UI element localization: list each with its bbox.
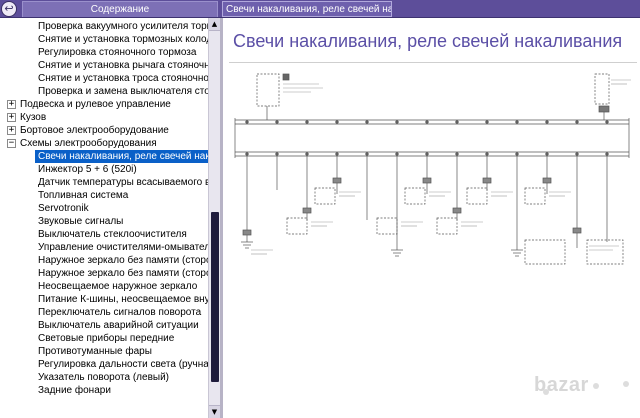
- tree-item[interactable]: Задние фонари: [35, 384, 208, 397]
- scroll-down-icon[interactable]: ▼: [209, 405, 220, 418]
- tree-item[interactable]: Переключатель сигналов поворота: [35, 306, 208, 319]
- expand-icon[interactable]: +: [7, 100, 16, 109]
- tree-item-label: Наружное зеркало без памяти (сторон: [38, 268, 208, 279]
- page-title: Свечи накаливания, реле свечей накаливан…: [233, 31, 623, 51]
- tree-item[interactable]: Наружное зеркало без памяти (сторон: [35, 254, 208, 267]
- tree-item[interactable]: Неосвещаемое наружное зеркало: [35, 280, 208, 293]
- tree-item-label: Наружное зеркало без памяти (сторон: [38, 255, 208, 266]
- title-divider: [229, 62, 637, 63]
- tree-item[interactable]: Наружное зеркало без памяти (сторон: [35, 267, 208, 280]
- tree-item-label: Питание К-шины, неосвещаемое внут: [38, 294, 208, 305]
- wiring-diagram: [234, 73, 631, 265]
- tree-item-label: Выключатель стеклоочистителя: [38, 229, 187, 240]
- tree-item[interactable]: Снятие и установка тормозных колодо: [35, 33, 208, 46]
- tree-item-label: Проверка вакуумного усилителя тормоз: [38, 21, 208, 32]
- tree-item[interactable]: Регулировка дальности света (ручная: [35, 358, 208, 371]
- tree-item[interactable]: Свечи накаливания, реле свечей нака: [35, 150, 208, 163]
- document-title-tab[interactable]: Свечи накаливания, реле свечей накаливан…: [222, 1, 392, 17]
- tree-item-label: Управление очистителями-омывателя: [38, 242, 208, 253]
- tree-item[interactable]: Проверка вакуумного усилителя тормоз: [35, 20, 208, 33]
- tree-item[interactable]: Противотуманные фары: [35, 345, 208, 358]
- tree-node[interactable]: + Кузов: [0, 111, 208, 124]
- tree-item-label: Регулировка дальности света (ручная: [38, 359, 208, 370]
- tree-item-label: Свечи накаливания, реле свечей нака: [38, 151, 208, 162]
- collapse-icon[interactable]: −: [7, 139, 16, 148]
- tree-item-label: Неосвещаемое наружное зеркало: [38, 281, 198, 292]
- tab-contents[interactable]: Содержание: [22, 1, 218, 17]
- toc-tree: Проверка вакуумного усилителя тормоз Снят…: [0, 18, 208, 418]
- toc-scrollbar[interactable]: ▲ ▼: [208, 18, 220, 418]
- tree-item[interactable]: Питание К-шины, неосвещаемое внут: [35, 293, 208, 306]
- tree-item-label: Регулировка стояночного тормоза: [38, 47, 197, 58]
- tree-node[interactable]: + Бортовое электрооборудование: [0, 124, 208, 137]
- tree-item[interactable]: Указатель поворота (левый): [35, 371, 208, 384]
- tree-node[interactable]: + Подвеска и рулевое управление: [0, 98, 208, 111]
- tree-node[interactable]: − Схемы электрооборудования: [0, 137, 208, 150]
- tree-item-label: Световые приборы передние: [38, 333, 175, 344]
- tree-item-label: Снятие и установка тормозных колодо: [38, 34, 208, 45]
- tree-item[interactable]: Снятие и установка рычага стояночног: [35, 59, 208, 72]
- tree-item[interactable]: Выключатель аварийной ситуации: [35, 319, 208, 332]
- content-pane: Свечи накаливания, реле свечей накаливан…: [223, 18, 640, 418]
- tree-item[interactable]: Управление очистителями-омывателя: [35, 241, 208, 254]
- top-toolbar: ↩ Содержание Свечи накаливания, реле све…: [0, 0, 640, 18]
- tree-item-label: Указатель поворота (левый): [38, 372, 169, 383]
- tree-item-label: Датчик температуры всасываемого в: [38, 177, 208, 188]
- tree-item-label: Подвеска и рулевое управление: [20, 99, 171, 110]
- expand-icon[interactable]: +: [7, 113, 16, 122]
- tree-item-label: Снятие и установка рычага стояночног: [38, 60, 208, 71]
- tree-item[interactable]: Инжектор 5 + 6 (520i): [35, 163, 208, 176]
- scroll-up-icon[interactable]: ▲: [209, 18, 220, 31]
- tree-item[interactable]: Регулировка стояночного тормоза: [35, 46, 208, 59]
- scroll-thumb[interactable]: [211, 212, 219, 382]
- tree-item-label: Кузов: [20, 112, 47, 123]
- tree-item-label: Задние фонари: [38, 385, 111, 396]
- tree-item-label: Звуковые сигналы: [38, 216, 124, 227]
- tree-item-label: Снятие и установка троса стояночног: [38, 73, 208, 84]
- tree-item[interactable]: Выключатель стеклоочистителя: [35, 228, 208, 241]
- expand-icon[interactable]: +: [7, 126, 16, 135]
- tree-item[interactable]: Топливная система: [35, 189, 208, 202]
- tree-item[interactable]: Световые приборы передние: [35, 332, 208, 345]
- tree-item-label: Инжектор 5 + 6 (520i): [38, 164, 137, 175]
- tree-item-label: Переключатель сигналов поворота: [38, 307, 202, 318]
- tree-item[interactable]: Проверка и замена выключателя стоя: [35, 85, 208, 98]
- tree-item-label: Схемы электрооборудования: [20, 138, 157, 149]
- tree-item[interactable]: Servotronik: [35, 202, 208, 215]
- tree-item[interactable]: Датчик температуры всасываемого в: [35, 176, 208, 189]
- tree-item-label: Servotronik: [38, 203, 89, 214]
- back-arrow-icon[interactable]: ↩: [1, 1, 17, 17]
- tree-item[interactable]: Звуковые сигналы: [35, 215, 208, 228]
- tree-item-label: Выключатель аварийной ситуации: [38, 320, 199, 331]
- watermark-text: bazar: [534, 374, 589, 396]
- tree-item-label: Бортовое электрооборудование: [20, 125, 169, 136]
- tree-item-label: Топливная система: [38, 190, 129, 201]
- tree-item-label: Противотуманные фары: [38, 346, 152, 357]
- tree-item[interactable]: Снятие и установка троса стояночног: [35, 72, 208, 85]
- tree-item-label: Проверка и замена выключателя стоя: [38, 86, 208, 97]
